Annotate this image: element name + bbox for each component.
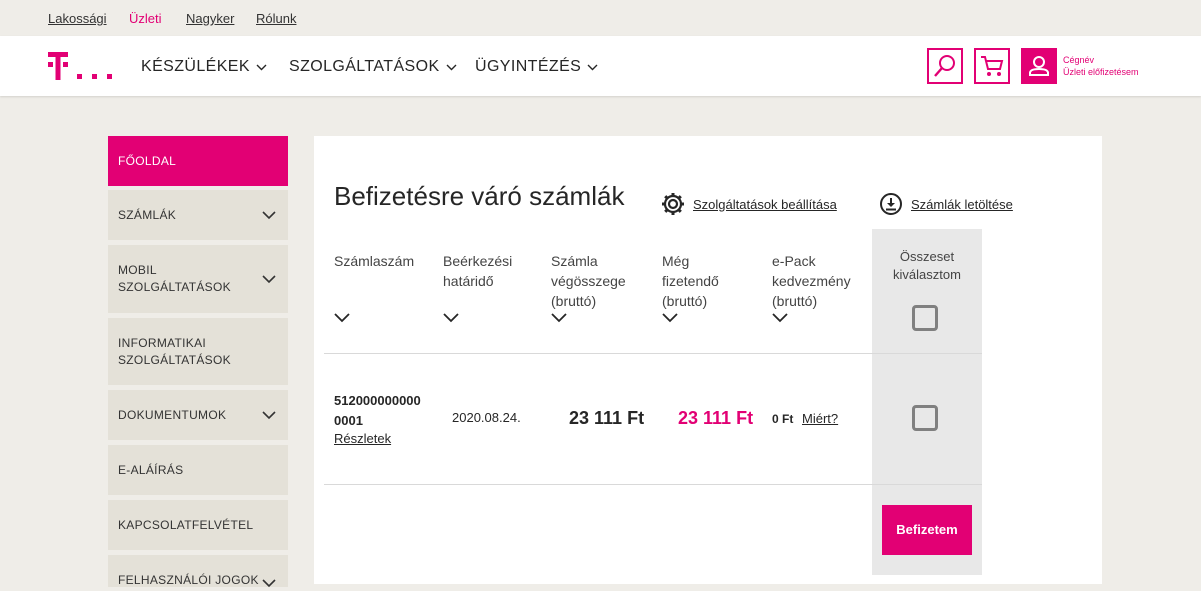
service-settings-label: Szolgáltatások beállítása <box>693 196 837 212</box>
nav-services[interactable]: SZOLGÁLTATÁSOK <box>289 58 457 76</box>
sidebar-item-label: DOKUMENTUMOK <box>118 407 227 422</box>
chevron-down-icon <box>262 577 276 591</box>
chevron-down-icon <box>262 409 276 423</box>
link-residential[interactable]: Lakossági <box>48 11 107 26</box>
column-header-select-all: Összeset kiválasztom <box>893 249 961 282</box>
sidebar-item-label: FELHASZNÁLÓI JOGOK <box>118 573 259 587</box>
top-links-bar: Lakossági Üzleti Nagyker Rólunk <box>0 0 1201 36</box>
sidebar-item-label: FŐOLDAL <box>118 153 177 168</box>
remaining-amount: 23 111 Ft <box>678 408 754 428</box>
sort-invoice-number-chevron-icon[interactable] <box>334 313 350 323</box>
column-header-invoice-number: Számlaszám <box>334 253 415 269</box>
nav-administration[interactable]: ÜGYINTÉZÉS <box>475 58 598 76</box>
company-name: Cégnév <box>1063 55 1095 65</box>
row-divider <box>324 484 982 485</box>
nav-services-label: SZOLGÁLTATÁSOK <box>289 58 440 76</box>
sidebar-item-invoices[interactable]: SZÁMLÁK <box>108 190 288 240</box>
chevron-down-icon <box>446 58 457 76</box>
user-account-button[interactable] <box>1021 48 1057 84</box>
invoice-details-link[interactable]: Részletek <box>334 431 391 446</box>
user-icon <box>1029 56 1049 76</box>
telekom-logo-icon[interactable] <box>48 52 112 80</box>
sidebar-item-label: MOBIL SZOLGÁLTATÁSOK <box>118 263 231 294</box>
link-wholesale[interactable]: Nagyker <box>186 11 234 26</box>
row-select-checkbox[interactable] <box>912 405 938 431</box>
sidebar-item-label: E-ALÁÍRÁS <box>118 462 184 477</box>
column-header-discount: e-Pack kedvezmény (bruttó) <box>772 253 851 309</box>
cart-button[interactable] <box>974 48 1010 84</box>
download-invoices-label: Számlák letöltése <box>911 196 1013 212</box>
download-icon <box>880 193 902 215</box>
sort-remaining-chevron-icon[interactable] <box>662 313 678 323</box>
service-settings-link[interactable]: Szolgáltatások beállítása <box>661 192 837 216</box>
sidebar-item-label: SZÁMLÁK <box>118 207 177 222</box>
page-title: Befizetésre váró számlák <box>334 181 625 211</box>
column-header-total: Számla végösszege (bruttó) <box>551 253 626 309</box>
sort-discount-chevron-icon[interactable] <box>772 313 788 323</box>
sidebar-item-mobile-services[interactable]: MOBIL SZOLGÁLTATÁSOK <box>108 245 288 313</box>
download-invoices-link[interactable]: Számlák letöltése <box>879 192 1013 216</box>
link-about[interactable]: Rólunk <box>256 11 296 26</box>
chevron-down-icon <box>262 273 276 287</box>
nav-administration-label: ÜGYINTÉZÉS <box>475 58 582 76</box>
search-button[interactable] <box>927 48 963 84</box>
sort-due-date-chevron-icon[interactable] <box>443 313 459 323</box>
pay-button[interactable]: Befizetem <box>882 505 972 555</box>
invoices-panel: Befizetésre váró számlák Szolgáltatások … <box>314 136 1102 584</box>
sidebar-item-e-signature[interactable]: E-ALÁÍRÁS <box>108 445 288 495</box>
sidebar-item-it-services[interactable]: INFORMATIKAI SZOLGÁLTATÁSOK <box>108 318 288 385</box>
gear-icon <box>662 193 684 215</box>
chevron-down-icon <box>262 209 276 223</box>
row-divider <box>324 353 982 354</box>
main-header: KÉSZÜLÉKEK SZOLGÁLTATÁSOK ÜGYINTÉZÉS Cég… <box>0 36 1201 96</box>
invoice-number: 5120000000000001 <box>334 393 421 428</box>
nav-devices-label: KÉSZÜLÉKEK <box>141 58 250 76</box>
chevron-down-icon <box>587 58 598 76</box>
nav-devices[interactable]: KÉSZÜLÉKEK <box>141 58 267 76</box>
chevron-down-icon <box>256 58 267 76</box>
sidebar-item-documents[interactable]: DOKUMENTUMOK <box>108 390 288 440</box>
pay-button-label: Befizetem <box>896 522 958 537</box>
account-label: Üzleti előfizetésem <box>1063 67 1139 77</box>
sidebar-item-label: KAPCSOLATFELVÉTEL <box>118 517 254 532</box>
discount-amount: 0 Ft <box>772 412 794 426</box>
sidebar-item-user-rights[interactable]: FELHASZNÁLÓI JOGOK <box>108 555 288 588</box>
why-link[interactable]: Miért? <box>802 411 838 426</box>
link-business[interactable]: Üzleti <box>129 11 162 26</box>
due-date: 2020.08.24. <box>452 410 521 425</box>
sort-total-chevron-icon[interactable] <box>551 313 567 323</box>
sidebar-item-contact[interactable]: KAPCSOLATFELVÉTEL <box>108 500 288 550</box>
column-header-due-date: Beérkezési határidő <box>443 253 513 289</box>
cart-icon <box>981 56 1004 76</box>
search-icon <box>934 55 955 77</box>
invoice-total: 23 111 Ft <box>569 408 645 428</box>
sidebar-item-home[interactable]: FŐOLDAL <box>108 136 288 186</box>
sidebar-item-label: INFORMATIKAI SZOLGÁLTATÁSOK <box>118 335 231 367</box>
column-header-remaining: Még fizetendő (bruttó) <box>662 253 719 309</box>
select-all-checkbox[interactable] <box>912 305 938 331</box>
user-info[interactable]: Cégnév Üzleti előfizetésem <box>1063 54 1139 78</box>
